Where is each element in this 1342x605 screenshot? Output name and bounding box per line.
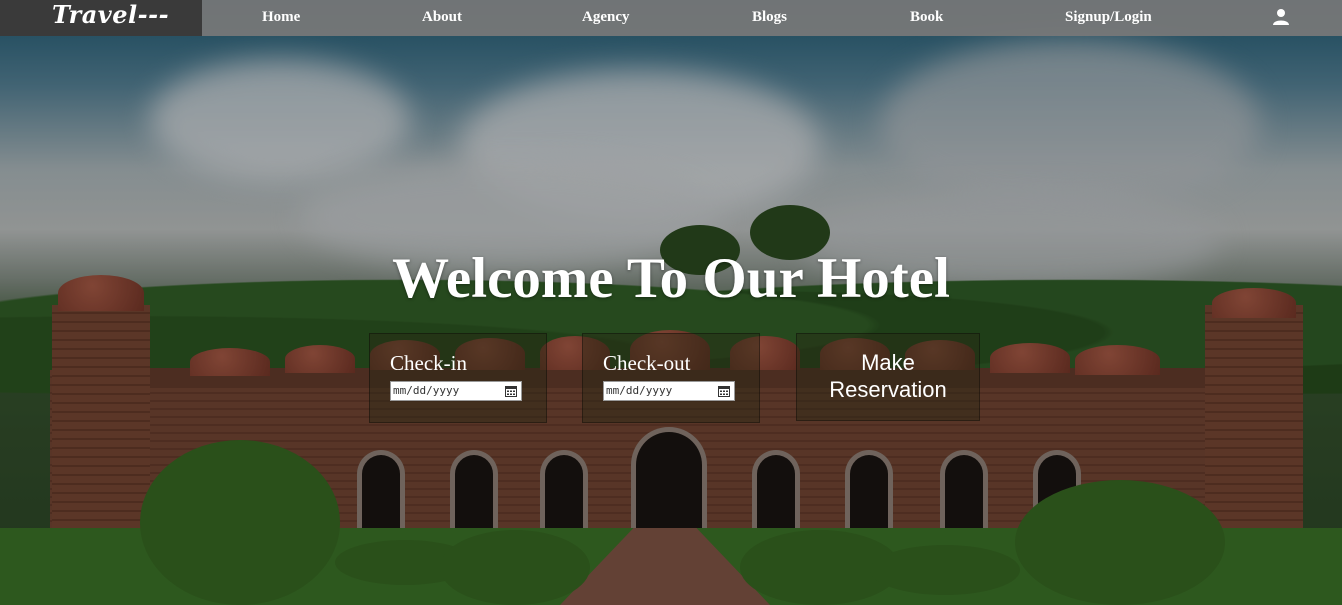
user-icon[interactable] bbox=[1272, 8, 1290, 26]
checkout-label: Check-out bbox=[603, 351, 691, 375]
reserve-label-line1: Make bbox=[861, 350, 915, 375]
nav-link-book[interactable]: Book bbox=[910, 0, 943, 36]
reserve-label-line2: Reservation bbox=[829, 377, 947, 402]
checkout-panel: Check-out mm/dd/yyyy bbox=[582, 333, 760, 423]
top-navbar: Travel--- Home About Agency Blogs Book S… bbox=[0, 0, 1342, 36]
nav-link-signup-login[interactable]: Signup/Login bbox=[1065, 0, 1152, 36]
calendar-icon[interactable] bbox=[718, 385, 730, 397]
calendar-icon[interactable] bbox=[505, 385, 517, 397]
checkin-label: Check-in bbox=[390, 351, 467, 375]
checkin-date-placeholder: mm/dd/yyyy bbox=[393, 384, 460, 397]
nav-link-agency[interactable]: Agency bbox=[582, 0, 630, 36]
checkin-date-input[interactable]: mm/dd/yyyy bbox=[390, 381, 522, 401]
make-reservation-button[interactable]: Make Reservation bbox=[796, 333, 980, 421]
checkout-date-input[interactable]: mm/dd/yyyy bbox=[603, 381, 735, 401]
nav-link-blogs[interactable]: Blogs bbox=[752, 0, 787, 36]
checkout-date-placeholder: mm/dd/yyyy bbox=[606, 384, 673, 397]
site-logo[interactable]: Travel--- bbox=[52, 0, 169, 32]
nav-link-about[interactable]: About bbox=[422, 0, 462, 36]
logo-area: Travel--- bbox=[0, 0, 202, 36]
checkin-panel: Check-in mm/dd/yyyy bbox=[369, 333, 547, 423]
hero-title: Welcome To Our Hotel bbox=[392, 247, 950, 310]
nav-link-home[interactable]: Home bbox=[262, 0, 300, 36]
